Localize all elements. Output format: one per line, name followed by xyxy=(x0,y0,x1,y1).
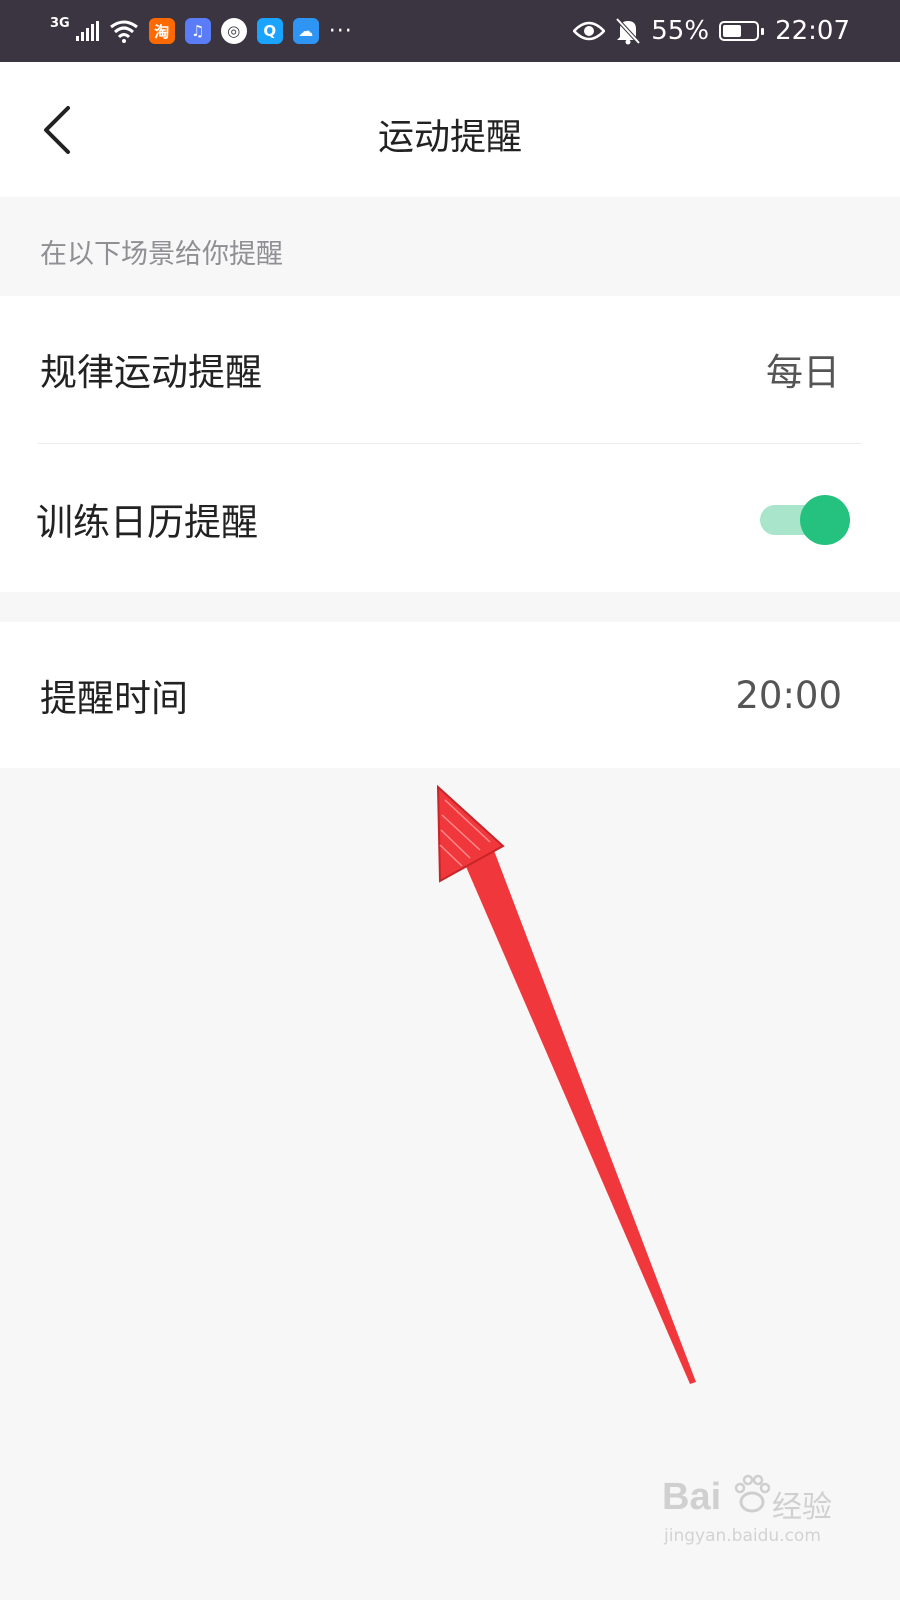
regular-exercise-reminder-label: 规律运动提醒 xyxy=(40,351,262,394)
music-app-icon: ♫ xyxy=(184,18,211,44)
battery-level-fill xyxy=(723,25,742,37)
watermark-brand: Bai xyxy=(662,1476,722,1518)
training-calendar-reminder-toggle[interactable] xyxy=(760,495,850,545)
taobao-app-icon: 淘 xyxy=(148,18,175,44)
status-bar: 3G 淘 ♫ ◎ Q ☁ ··· 55% 22:07 xyxy=(0,0,900,62)
watermark-brand-cn: 经验 xyxy=(772,1490,832,1525)
regular-exercise-reminder-row[interactable]: 规律运动提醒 每日 xyxy=(0,296,900,442)
reminder-time-card: 提醒时间 20:00 xyxy=(0,622,900,768)
status-bar-left: 3G 淘 ♫ ◎ Q ☁ ··· xyxy=(50,15,353,44)
reminder-time-value: 20:00 xyxy=(735,673,842,717)
battery-icon xyxy=(719,21,765,41)
eye-icon xyxy=(573,21,606,41)
paw-icon xyxy=(734,1474,770,1513)
regular-exercise-reminder-value: 每日 xyxy=(766,351,840,394)
status-bar-right: 55% 22:07 xyxy=(573,16,850,46)
battery-percent: 55% xyxy=(651,16,710,46)
row-divider xyxy=(38,443,862,444)
search-app-icon: Q xyxy=(256,18,283,44)
toggle-knob xyxy=(800,495,850,545)
weather-app-icon: ☁ xyxy=(292,18,319,44)
browser-app-icon: ◎ xyxy=(220,18,247,44)
training-calendar-reminder-label: 训练日历提醒 xyxy=(36,501,258,544)
bell-muted-icon xyxy=(615,17,641,45)
training-calendar-reminder-row: 训练日历提醒 xyxy=(0,446,900,592)
baidu-jingyan-watermark: Bai 经验 jingyan.baidu.com xyxy=(662,1468,832,1558)
section-caption: 在以下场景给你提醒 xyxy=(40,239,283,270)
clock: 22:07 xyxy=(775,16,850,46)
page-title: 运动提醒 xyxy=(377,117,522,158)
more-notifications-icon: ··· xyxy=(328,18,353,44)
network-type: 3G xyxy=(50,15,70,31)
reminder-time-row[interactable]: 提醒时间 20:00 xyxy=(0,622,900,768)
signal-icon xyxy=(75,21,99,41)
watermark-url: jingyan.baidu.com xyxy=(664,1526,821,1546)
reminder-time-label: 提醒时间 xyxy=(40,677,188,720)
wifi-icon xyxy=(109,20,138,43)
nav-bar: 运动提醒 xyxy=(0,62,900,197)
reminder-settings-card: 规律运动提醒 每日 训练日历提醒 xyxy=(0,296,900,592)
